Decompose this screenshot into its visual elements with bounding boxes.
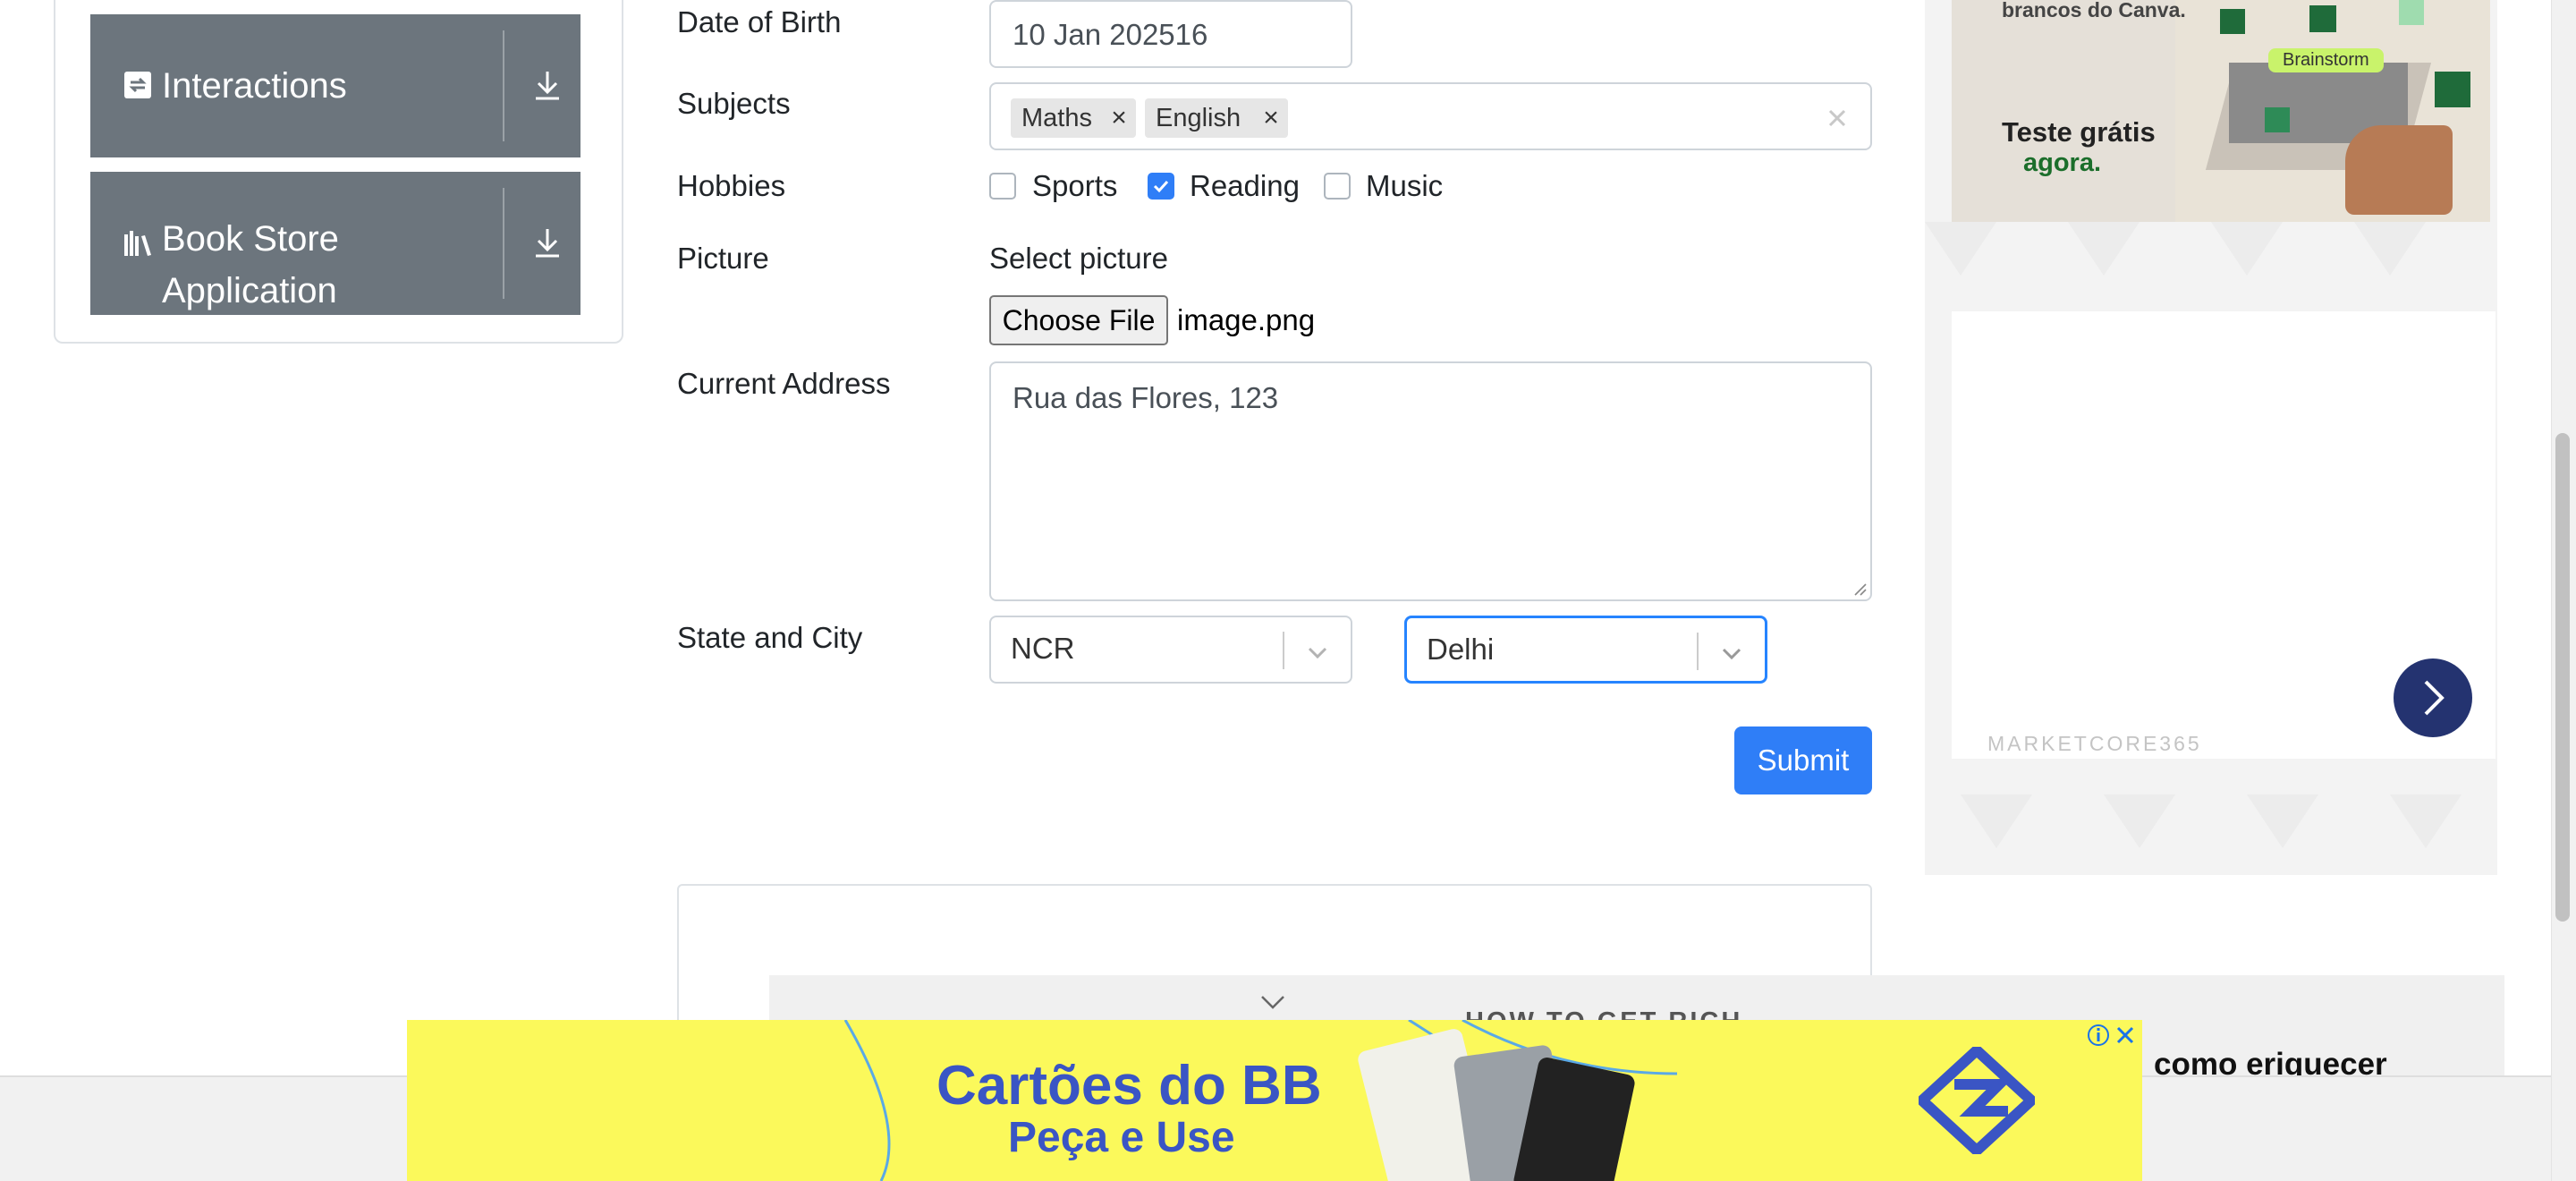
subjects-input[interactable]: Maths × English × bbox=[989, 82, 1872, 150]
sidebar-group-label: Interactions bbox=[162, 66, 347, 106]
ad-brand-label: MARKETCORE365 bbox=[1987, 732, 2202, 755]
books-icon bbox=[124, 231, 151, 256]
check-icon bbox=[1153, 180, 1169, 193]
choose-file-button[interactable]: Choose File bbox=[989, 295, 1168, 345]
chevron-right-icon bbox=[2424, 680, 2445, 716]
city-select[interactable]: Delhi bbox=[1404, 616, 1767, 684]
ad-text-line1: brancos do Canva. bbox=[2002, 0, 2186, 21]
download-icon[interactable] bbox=[529, 224, 566, 261]
ad-info-icon[interactable] bbox=[2087, 1024, 2110, 1047]
banner-title: Cartões do BB bbox=[936, 1055, 1322, 1117]
ad-close-icon[interactable] bbox=[2114, 1024, 2137, 1047]
dob-input[interactable]: 10 Jan 202516 bbox=[989, 0, 1352, 68]
select-separator bbox=[1697, 633, 1699, 670]
sidebar-group-book-store[interactable]: Book Store Application bbox=[90, 172, 580, 315]
picture-label: Picture bbox=[677, 242, 769, 275]
state-value: NCR bbox=[1011, 632, 1075, 665]
submit-button[interactable]: Submit bbox=[1734, 726, 1872, 794]
state-select[interactable]: NCR bbox=[989, 616, 1352, 684]
music-checkbox[interactable] bbox=[1324, 173, 1351, 200]
sidebar-group-interactions[interactable]: Interactions bbox=[90, 14, 580, 157]
ad-cta-line1: Teste grátis bbox=[2002, 116, 2156, 148]
subject-chip-label: Maths bbox=[1021, 104, 1092, 132]
state-city-label: State and City bbox=[677, 621, 863, 654]
sidebar-group-label: Book Store bbox=[162, 219, 339, 259]
ad-brainstorm-badge: Brainstorm bbox=[2268, 48, 2384, 72]
dob-value: 10 Jan 202516 bbox=[1013, 18, 1208, 51]
clear-icon[interactable] bbox=[1826, 107, 1848, 129]
subject-chip-label: English bbox=[1156, 104, 1241, 132]
resize-handle-icon[interactable] bbox=[1852, 582, 1867, 596]
file-name: image.png bbox=[1177, 303, 1316, 336]
select-picture-label: Select picture bbox=[989, 242, 1168, 275]
download-icon[interactable] bbox=[529, 66, 566, 104]
dob-label: Date of Birth bbox=[677, 5, 842, 38]
sports-checkbox[interactable] bbox=[989, 173, 1016, 200]
address-label: Current Address bbox=[677, 367, 891, 400]
bb-banner-ad[interactable]: Cartões do BB Peça e Use bbox=[407, 1020, 2142, 1181]
subjects-label: Subjects bbox=[677, 87, 791, 120]
scrollbar-thumb[interactable] bbox=[2555, 433, 2570, 922]
bb-logo-icon bbox=[1919, 1047, 2035, 1154]
sports-label[interactable]: Sports bbox=[1032, 168, 1117, 204]
city-value: Delhi bbox=[1427, 633, 1495, 666]
chevron-down-icon bbox=[1308, 647, 1327, 659]
music-label[interactable]: Music bbox=[1366, 168, 1443, 204]
select-separator bbox=[1283, 632, 1284, 669]
chevron-down-icon[interactable] bbox=[1259, 991, 1286, 1013]
chevron-down-icon bbox=[1722, 648, 1741, 660]
address-textarea[interactable]: Rua das Flores, 123 bbox=[989, 361, 1872, 601]
chip-remove-icon[interactable]: × bbox=[1107, 98, 1131, 138]
next-arrow-button[interactable] bbox=[2394, 658, 2472, 737]
chip-remove-icon[interactable]: × bbox=[1259, 98, 1283, 138]
ad-cta-line2: agora. bbox=[2023, 149, 2102, 177]
reading-checkbox[interactable] bbox=[1148, 173, 1174, 200]
reading-label[interactable]: Reading bbox=[1190, 168, 1300, 204]
banner-subtitle: Peça e Use bbox=[1008, 1114, 1235, 1161]
subject-chip: English × bbox=[1145, 98, 1288, 138]
canva-ad-image[interactable]: brancos do Canva. Brainstorm Teste gráti… bbox=[1952, 0, 2490, 222]
subject-chip: Maths × bbox=[1011, 98, 1136, 138]
sidebar-group-label-line2: Application bbox=[162, 271, 337, 310]
sidebar-divider bbox=[503, 30, 504, 141]
address-value: Rua das Flores, 123 bbox=[1013, 381, 1279, 414]
hobbies-label: Hobbies bbox=[677, 169, 786, 202]
sidebar-divider bbox=[503, 188, 504, 299]
interactions-icon bbox=[124, 72, 151, 98]
